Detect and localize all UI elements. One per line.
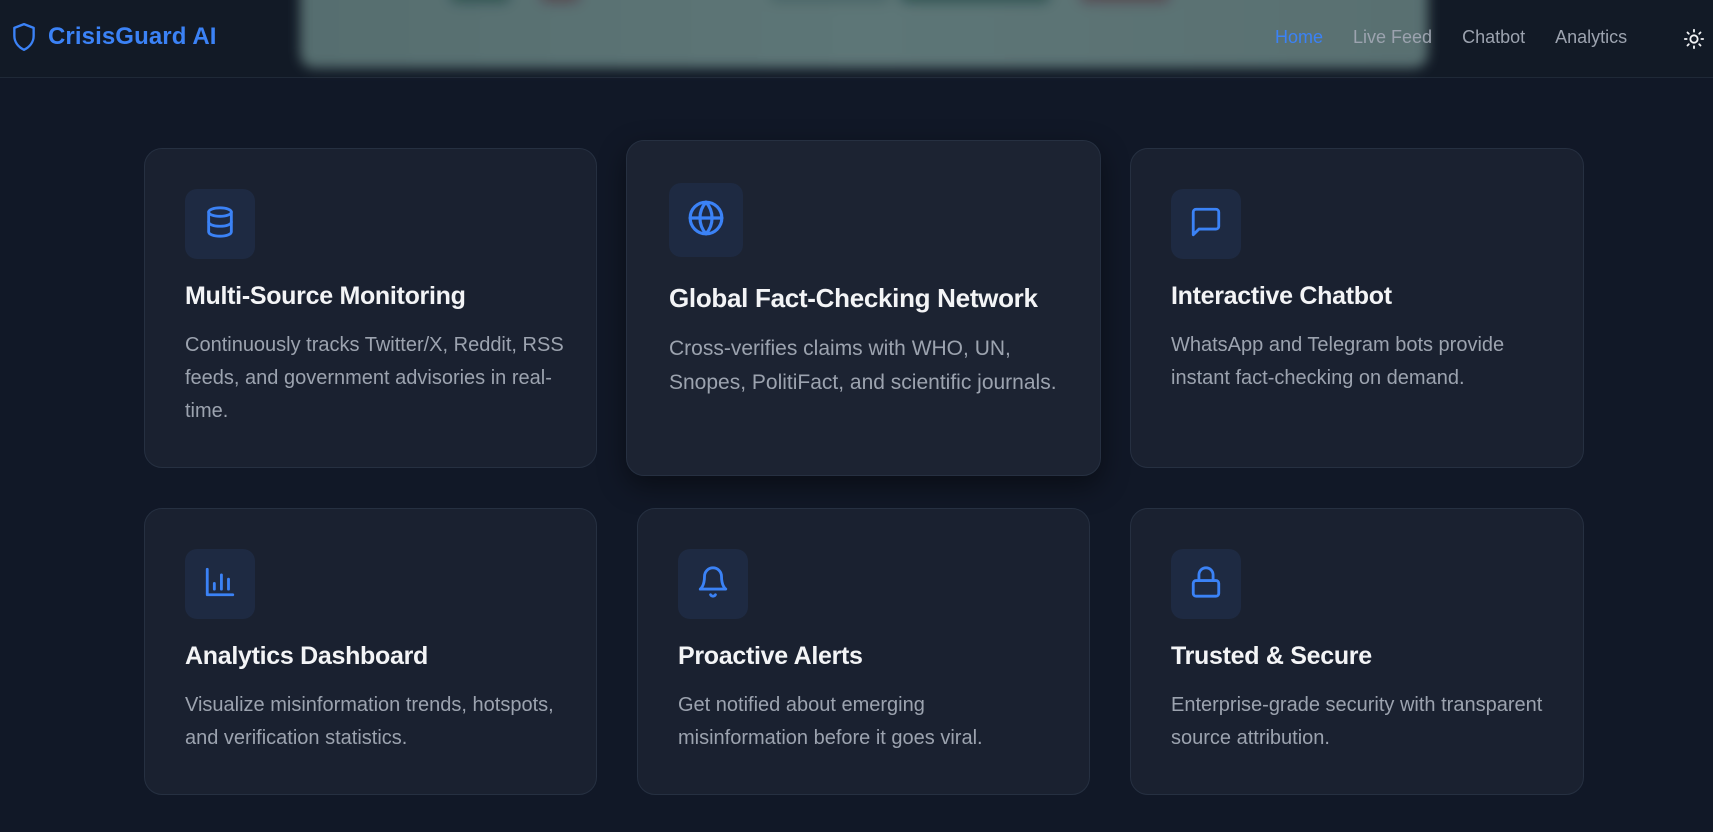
feature-icon-container [669, 183, 743, 257]
shield-icon [11, 22, 37, 52]
feature-description: WhatsApp and Telegram bots provide insta… [1171, 334, 1505, 389]
top-navbar: CrisisGuard AI Home Live Feed Chatbot An… [0, 0, 1713, 78]
feature-card-global-fact-checking-network: Global Fact-Checking Network Cross-verif… [626, 140, 1101, 476]
feature-card-interactive-chatbot: Interactive Chatbot WhatsApp and Telegra… [1130, 148, 1584, 468]
feature-card-trusted-secure: Trusted & Secure Enterprise-grade securi… [1130, 508, 1584, 795]
feature-icon-container [185, 189, 255, 259]
feature-card-analytics-dashboard: Analytics Dashboard Visualize misinforma… [144, 508, 597, 795]
database-icon [203, 205, 237, 244]
feature-title: Trusted & Secure [1171, 642, 1372, 670]
feature-icon-container [185, 549, 255, 619]
brand-logo[interactable]: CrisisGuard AI [11, 22, 217, 52]
feature-title: Global Fact-Checking Network [669, 283, 1038, 313]
blurred-hero-background [300, 0, 1428, 68]
nav-link-chatbot[interactable]: Chatbot [1462, 27, 1525, 48]
feature-description: Get notified about emerging misinformati… [678, 694, 983, 749]
feature-icon-container [1171, 189, 1241, 259]
lock-icon [1189, 565, 1223, 604]
feature-icon-container [1171, 549, 1241, 619]
feature-card-proactive-alerts: Proactive Alerts Get notified about emer… [637, 508, 1090, 795]
theme-toggle-button[interactable] [1683, 28, 1705, 50]
nav-link-analytics[interactable]: Analytics [1555, 27, 1627, 48]
feature-title: Analytics Dashboard [185, 642, 428, 670]
nav-link-home[interactable]: Home [1275, 27, 1323, 48]
bar-chart-icon [203, 565, 237, 604]
nav-links: Home Live Feed Chatbot Analytics [1275, 27, 1627, 48]
nav-link-live-feed[interactable]: Live Feed [1353, 27, 1432, 48]
feature-icon-container [678, 549, 748, 619]
feature-title: Proactive Alerts [678, 642, 863, 670]
brand-name: CrisisGuard AI [48, 23, 217, 50]
feature-description: Cross-verifies claims with WHO, UN, Snop… [669, 337, 1057, 394]
globe-icon [687, 199, 725, 242]
bell-icon [696, 565, 730, 604]
feature-title: Interactive Chatbot [1171, 282, 1392, 310]
sun-icon [1683, 28, 1705, 54]
feature-card-multi-source-monitoring: Multi-Source Monitoring Continuously tra… [144, 148, 597, 468]
feature-description: Visualize misinformation trends, hotspot… [185, 694, 554, 749]
feature-title: Multi-Source Monitoring [185, 282, 466, 310]
message-square-icon [1189, 205, 1223, 244]
feature-description: Enterprise-grade security with transpare… [1171, 694, 1543, 749]
feature-description: Continuously tracks Twitter/X, Reddit, R… [185, 334, 564, 422]
